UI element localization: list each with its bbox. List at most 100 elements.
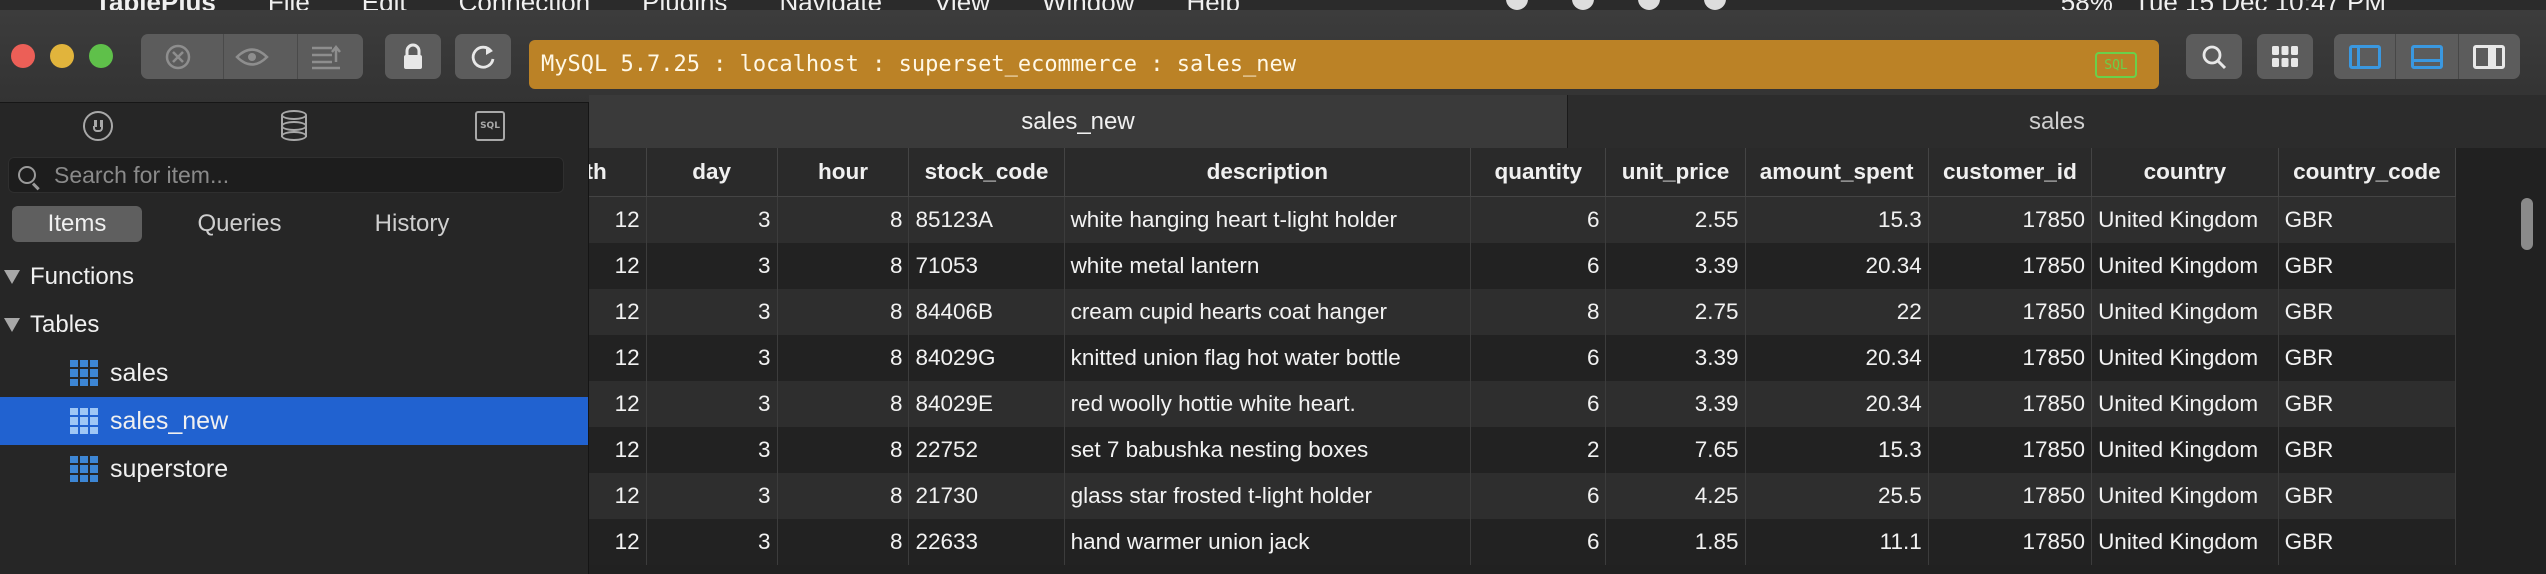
table-row[interactable]: 12 3 8 21730 glass star frosted t-light hold… — [589, 472, 2457, 519]
cell-description[interactable]: red woolly hottie white heart. — [1064, 380, 1472, 427]
lock-button[interactable] — [385, 34, 441, 79]
cell-country-code[interactable]: GBR — [2278, 426, 2457, 473]
cell-unit-price[interactable]: 4.25 — [1605, 472, 1746, 519]
column-header-country[interactable]: country — [2091, 148, 2279, 197]
cell-day[interactable]: 3 — [646, 196, 778, 243]
scope-queries[interactable]: Queries — [142, 210, 337, 238]
cell-country-code[interactable]: GBR — [2278, 242, 2457, 289]
cell-amount-spent[interactable]: 15.3 — [1745, 196, 1929, 243]
cell-day[interactable]: 3 — [646, 242, 778, 289]
cell-month[interactable]: 12 — [589, 196, 647, 243]
cell-stock-code[interactable]: 84029G — [908, 334, 1065, 381]
table-row[interactable]: 12 3 8 84029E red woolly hottie white heart.… — [589, 380, 2457, 427]
accessibility-icon[interactable] — [1572, 0, 1594, 10]
cell-stock-code[interactable]: 71053 — [908, 242, 1065, 289]
cell-description[interactable]: white metal lantern — [1064, 242, 1472, 289]
menu-navigate[interactable]: Navigate — [779, 0, 882, 10]
disclosure-triangle-icon[interactable] — [4, 270, 20, 284]
column-header-month[interactable]: month — [589, 148, 647, 197]
refresh-button[interactable] — [455, 34, 511, 79]
cell-month[interactable]: 12 — [589, 518, 647, 565]
menu-view[interactable]: View — [934, 0, 990, 10]
cell-day[interactable]: 3 — [646, 472, 778, 519]
cell-day[interactable]: 3 — [646, 288, 778, 335]
column-header-amount-spent[interactable]: amount_spent — [1745, 148, 1929, 197]
column-header-quantity[interactable]: quantity — [1470, 148, 1607, 197]
cell-day[interactable]: 3 — [646, 380, 778, 427]
table-item-superstore[interactable]: superstore — [0, 445, 588, 493]
cell-customer-id[interactable]: 17850 — [1928, 380, 2093, 427]
cell-unit-price[interactable]: 3.39 — [1605, 380, 1746, 427]
cell-amount-spent[interactable]: 11.1 — [1745, 518, 1929, 565]
cell-amount-spent[interactable]: 15.3 — [1745, 426, 1929, 473]
cell-amount-spent[interactable]: 22 — [1745, 288, 1929, 335]
cell-country[interactable]: United Kingdom — [2091, 196, 2279, 243]
cell-hour[interactable]: 8 — [777, 472, 910, 519]
cell-hour[interactable]: 8 — [777, 426, 910, 473]
cell-hour[interactable]: 8 — [777, 334, 910, 381]
table-item-sales-new[interactable]: sales_new — [0, 397, 588, 445]
menu-plugins[interactable]: Plugins — [642, 0, 727, 10]
cell-quantity[interactable]: 6 — [1470, 472, 1607, 519]
cell-amount-spent[interactable]: 20.34 — [1745, 334, 1929, 381]
connections-tab[interactable] — [0, 107, 196, 145]
cell-country-code[interactable]: GBR — [2278, 288, 2457, 335]
cell-month[interactable]: 12 — [589, 380, 647, 427]
wifi-icon[interactable] — [1704, 0, 1726, 10]
sql-badge[interactable]: SQL — [2095, 52, 2137, 78]
tab-sales-new[interactable]: sales_new — [589, 95, 1568, 148]
cell-quantity[interactable]: 6 — [1470, 196, 1607, 243]
cell-stock-code[interactable]: 22633 — [908, 518, 1065, 565]
table-row[interactable]: 12 3 8 85123A white hanging heart t-light ho… — [589, 196, 2457, 243]
cell-country-code[interactable]: GBR — [2278, 196, 2457, 243]
cell-stock-code[interactable]: 22752 — [908, 426, 1065, 473]
cell-amount-spent[interactable]: 20.34 — [1745, 380, 1929, 427]
table-row[interactable]: 12 3 8 84406B cream cupid hearts coat hanger… — [589, 288, 2457, 335]
cell-hour[interactable]: 8 — [777, 196, 910, 243]
cell-quantity[interactable]: 8 — [1470, 288, 1607, 335]
cell-customer-id[interactable]: 17850 — [1928, 196, 2093, 243]
close-window-button[interactable] — [11, 44, 35, 68]
cell-customer-id[interactable]: 17850 — [1928, 242, 2093, 289]
menu-connection[interactable]: Connection — [459, 0, 591, 10]
cell-month[interactable]: 12 — [589, 426, 647, 473]
menu-edit[interactable]: Edit — [362, 0, 407, 10]
cell-country[interactable]: United Kingdom — [2091, 288, 2279, 335]
cell-country[interactable]: United Kingdom — [2091, 518, 2279, 565]
connection-status-bar[interactable]: MySQL 5.7.25 : localhost : superset_ecom… — [529, 40, 2159, 89]
cell-country[interactable]: United Kingdom — [2091, 426, 2279, 473]
cell-unit-price[interactable]: 3.39 — [1605, 242, 1746, 289]
cell-country-code[interactable]: GBR — [2278, 334, 2457, 381]
cloud-icon[interactable] — [1638, 0, 1660, 10]
cell-stock-code[interactable]: 84406B — [908, 288, 1065, 335]
cell-customer-id[interactable]: 17850 — [1928, 426, 2093, 473]
cell-description[interactable]: glass star frosted t-light holder — [1064, 472, 1472, 519]
cell-description[interactable]: cream cupid hearts coat hanger — [1064, 288, 1472, 335]
cell-unit-price[interactable]: 7.65 — [1605, 426, 1746, 473]
table-row[interactable]: 12 3 8 84029G knitted union flag hot water b… — [589, 334, 2457, 381]
column-header-customer-id[interactable]: customer_id — [1928, 148, 2093, 197]
dropbox-icon[interactable] — [1506, 0, 1528, 10]
cell-hour[interactable]: 8 — [777, 242, 910, 289]
table-row[interactable]: 12 3 8 71053 white metal lantern 6 3.39 20.34 17… — [589, 242, 2457, 289]
menu-help[interactable]: Help — [1186, 0, 1239, 10]
table-row[interactable]: 12 3 8 22633 hand warmer union jack 6 1.85 11.1… — [589, 518, 2457, 565]
column-header-stock-code[interactable]: stock_code — [908, 148, 1065, 197]
cell-day[interactable]: 3 — [646, 518, 778, 565]
cell-quantity[interactable]: 6 — [1470, 334, 1607, 381]
tree-group-tables[interactable]: Tables — [0, 301, 588, 349]
cell-stock-code[interactable]: 21730 — [908, 472, 1065, 519]
cell-stock-code[interactable]: 84029E — [908, 380, 1065, 427]
clock[interactable]: Tue 15 Dec 10:47 PM — [2134, 0, 2386, 10]
menu-file[interactable]: File — [268, 0, 310, 10]
column-header-hour[interactable]: hour — [777, 148, 910, 197]
commit-changes-icon[interactable] — [297, 34, 354, 79]
cell-description[interactable]: knitted union flag hot water bottle — [1064, 334, 1472, 381]
cell-description[interactable]: hand warmer union jack — [1064, 518, 1472, 565]
cell-hour[interactable]: 8 — [777, 518, 910, 565]
toggle-right-panel-button[interactable] — [2457, 34, 2520, 79]
cell-day[interactable]: 3 — [646, 426, 778, 473]
table-row[interactable]: 12 3 8 22752 set 7 babushka nesting boxes 2 7.… — [589, 426, 2457, 473]
cell-hour[interactable]: 8 — [777, 288, 910, 335]
cell-country[interactable]: United Kingdom — [2091, 472, 2279, 519]
